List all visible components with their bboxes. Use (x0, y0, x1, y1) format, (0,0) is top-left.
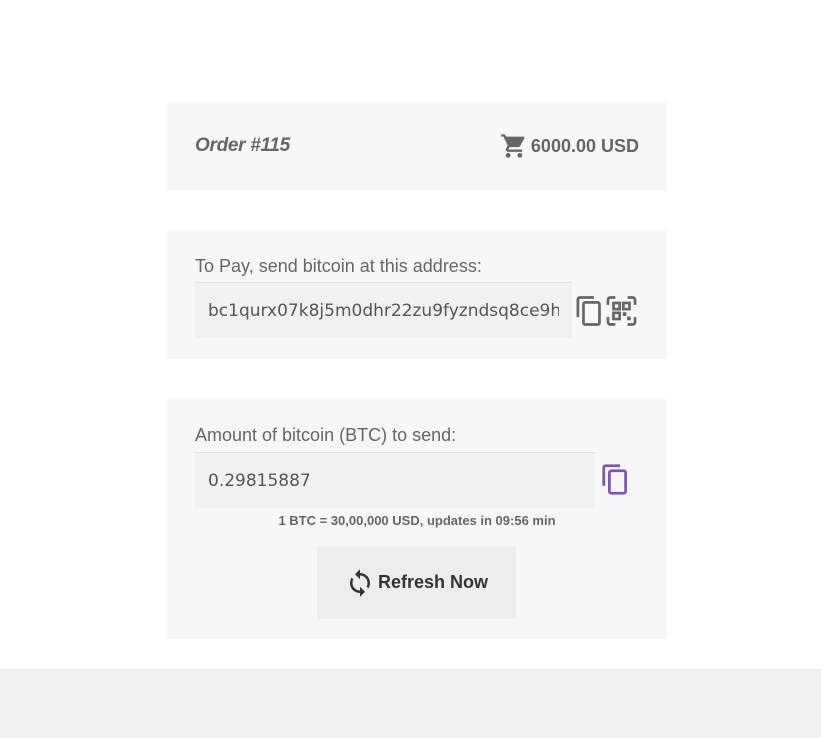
order-total-amount: 6000.00 USD (530, 135, 639, 156)
address-value: bc1qurx07k8j5m0dhr22zu9fyzndsq8ce9ha (208, 300, 559, 321)
amount-label: Amount of bitcoin (BTC) to send: (195, 425, 457, 445)
address-card: To Pay, send bitcoin at this address: bc… (167, 230, 667, 359)
amount-field[interactable]: 0.29815887 (195, 452, 595, 508)
amount-value: 0.29815887 (208, 470, 311, 491)
copy-icon[interactable] (574, 295, 604, 327)
address-label: To Pay, send bitcoin at this address: (195, 256, 482, 276)
order-total: 6000.00 USD (500, 132, 639, 160)
payment-page: Order #115 6000.00 USD To Pay, send bitc… (0, 0, 821, 738)
refresh-now-label: Refresh Now (377, 572, 489, 592)
copy-icon[interactable] (600, 463, 630, 496)
exchange-rate-note: 1 BTC = 30,00,000 USD, updates in 09:56 … (278, 513, 556, 528)
refresh-now-button[interactable]: Refresh Now (317, 546, 516, 619)
footer (0, 669, 821, 738)
order-number: Order #115 (195, 135, 290, 156)
amount-card: Amount of bitcoin (BTC) to send: 0.29815… (167, 399, 667, 639)
refresh-icon (349, 568, 370, 597)
order-summary-card: Order #115 6000.00 USD (167, 102, 667, 190)
address-field[interactable]: bc1qurx07k8j5m0dhr22zu9fyzndsq8ce9ha (195, 282, 572, 338)
cart-icon (501, 134, 525, 158)
qr-code-icon[interactable] (605, 295, 638, 327)
